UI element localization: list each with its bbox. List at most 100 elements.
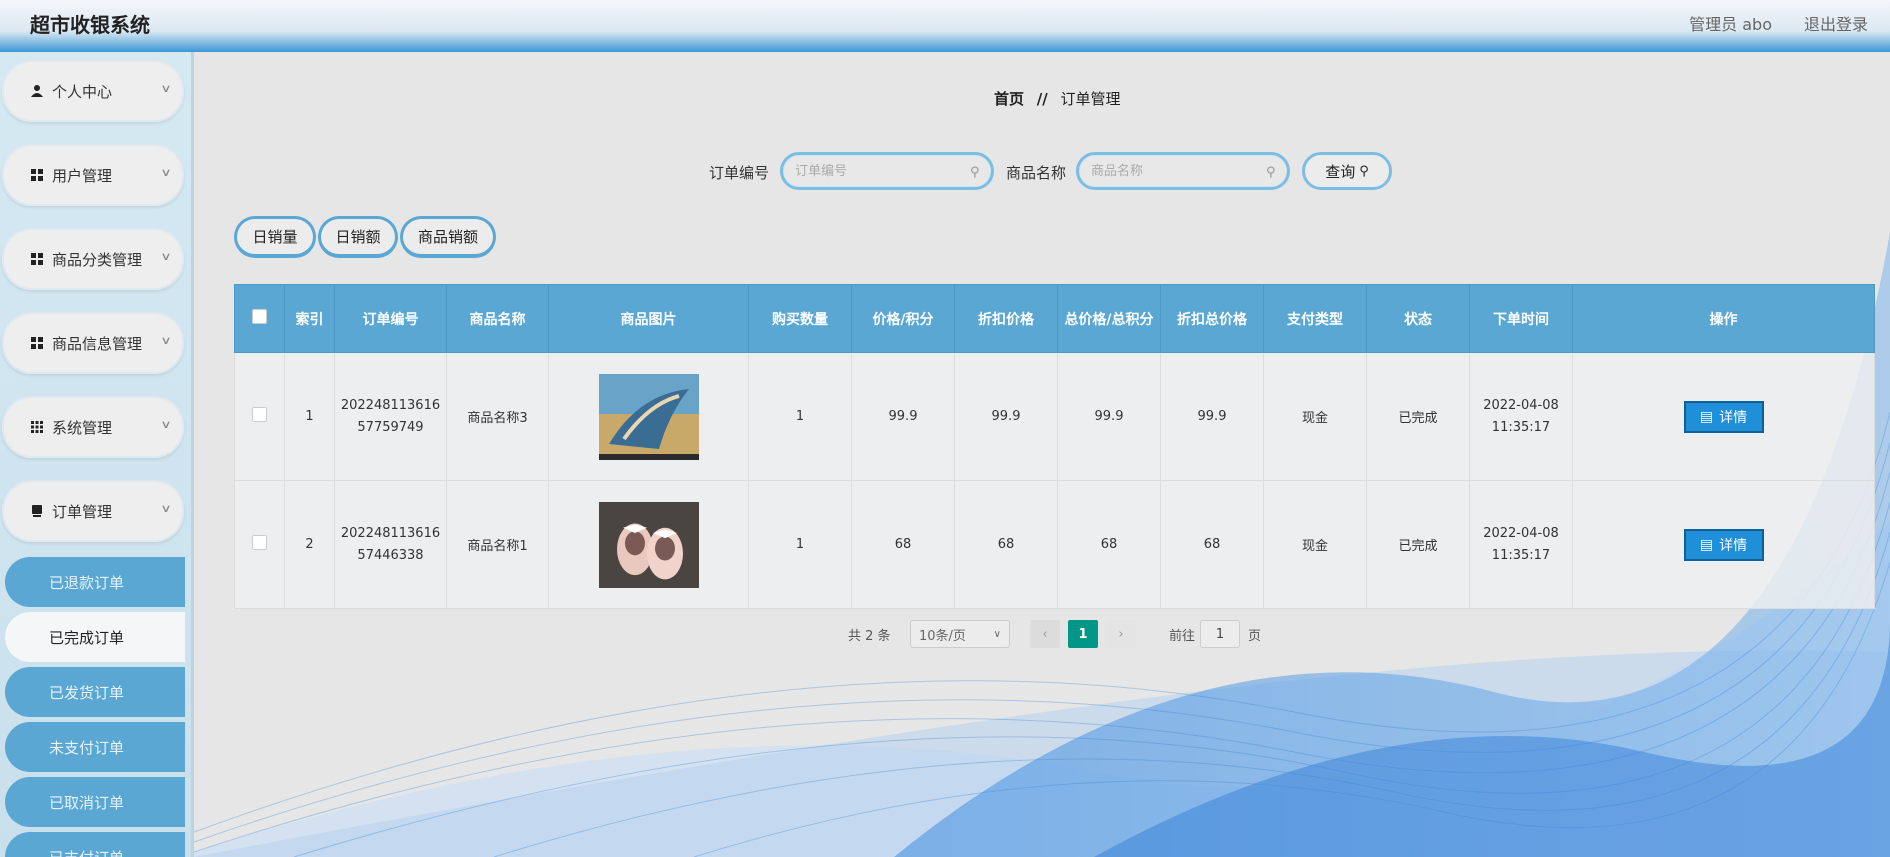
sidebar-subitem-paid[interactable]: 已支付订单 (5, 832, 185, 857)
prev-page-button[interactable]: ‹ (1030, 620, 1060, 648)
sidebar-subitem-unpaid[interactable]: 未支付订单 (5, 722, 185, 772)
pagination-total: 共 2 条 (848, 629, 891, 644)
user-icon (31, 85, 43, 97)
cell-discount-total: 68 (1160, 480, 1264, 609)
row-select-cell[interactable] (234, 480, 285, 609)
sidebar-subitem-shipped[interactable]: 已发货订单 (5, 667, 185, 717)
sidebar-subitem-cancelled[interactable]: 已取消订单 (5, 777, 185, 827)
column-header: 购买数量 (748, 284, 852, 353)
logout-link[interactable]: 退出登录 (1804, 11, 1868, 35)
chevron-down-icon: ∨ (160, 502, 172, 515)
sidebar-item-label: 商品分类管理 (52, 250, 143, 269)
sidebar-item-label: 个人中心 (52, 82, 113, 101)
chevron-down-icon: ∨ (160, 82, 172, 95)
main-content: 首页 // 订单管理 订单编号 ⚲ 商品名称 ⚲ 查询 ⚲ 日销量 日销额 商品… (194, 52, 1890, 857)
current-page-button[interactable]: 1 (1068, 620, 1098, 648)
sidebar-item-product-management[interactable]: 商品信息管理 ∨ (2, 312, 184, 374)
grid9-icon (31, 421, 43, 433)
query-button-label: 查询 (1325, 162, 1356, 181)
cell-discount-price: 99.9 (954, 352, 1058, 481)
row-checkbox[interactable] (252, 535, 267, 550)
daily-amount-button[interactable]: 日销额 (318, 216, 398, 258)
sidebar-item-order-management[interactable]: 订单管理 ∨ (2, 480, 184, 542)
next-page-button[interactable]: › (1106, 620, 1136, 648)
detail-button-label: 详情 (1719, 537, 1748, 554)
cell-actions: ▤ 详情 (1572, 352, 1875, 481)
page-size-select[interactable]: 10条/页 ∨ (910, 620, 1010, 648)
grid-icon (31, 337, 43, 349)
detail-button[interactable]: ▤ 详情 (1683, 400, 1764, 433)
column-header: 支付类型 (1263, 284, 1367, 353)
column-header: 折扣总价格 (1160, 284, 1264, 353)
select-all-checkbox[interactable] (252, 309, 267, 324)
product-image-shoes (598, 501, 699, 588)
sidebar-item-label: 系统管理 (52, 418, 113, 437)
cell-actions: ▤ 详情 (1572, 480, 1875, 609)
box-icon (32, 505, 42, 517)
column-header: 商品名称 (446, 284, 549, 353)
top-header: 超市收银系统 管理员 abo 退出登录 (0, 0, 1890, 52)
detail-button[interactable]: ▤ 详情 (1683, 528, 1764, 561)
search-icon: ⚲ (1266, 165, 1276, 180)
goto-page-input[interactable]: 1 (1200, 620, 1240, 648)
cell-status: 已完成 (1366, 352, 1470, 481)
current-user: 管理员 abo (1689, 15, 1772, 34)
table-row: 1 20224811361657759749 商品名称3 1 99.9 99.9… (234, 352, 1875, 481)
grid-icon (31, 253, 43, 265)
product-sales-button[interactable]: 商品销额 (400, 216, 496, 258)
detail-button-label: 详情 (1719, 409, 1748, 426)
sidebar-item-label: 商品信息管理 (52, 334, 143, 353)
sidebar-item-system-management[interactable]: 系统管理 ∨ (2, 396, 184, 458)
cell-order-no: 20224811361657446338 (334, 480, 447, 609)
chevron-down-icon: ∨ (160, 334, 172, 347)
row-checkbox[interactable] (252, 407, 267, 422)
sidebar-item-personal-center[interactable]: 个人中心 ∨ (2, 60, 184, 122)
cell-status: 已完成 (1366, 480, 1470, 609)
product-name-input[interactable] (1076, 152, 1290, 190)
cell-discount-total: 99.9 (1160, 352, 1264, 481)
cell-order-time: 2022-04-08 11:35:17 (1469, 480, 1573, 609)
sidebar-subitem-refunded[interactable]: 已退款订单 (5, 557, 185, 607)
product-name-label: 商品名称 (1006, 164, 1067, 182)
breadcrumb-current: 订单管理 (1060, 90, 1121, 108)
cell-price: 68 (851, 480, 955, 609)
cell-product-name: 商品名称1 (446, 480, 549, 609)
cell-price: 99.9 (851, 352, 955, 481)
daily-volume-button[interactable]: 日销量 (234, 216, 316, 258)
order-number-input[interactable] (780, 152, 994, 190)
column-header: 操作 (1572, 284, 1875, 353)
chevron-left-icon: ‹ (1042, 626, 1048, 642)
sidebar-item-category-management[interactable]: 商品分类管理 ∨ (2, 228, 184, 290)
table-header-row: 索引 订单编号 商品名称 商品图片 购买数量 价格/积分 折扣价格 总价格/总积… (234, 284, 1875, 353)
column-header: 下单时间 (1469, 284, 1573, 353)
search-icon: ⚲ (970, 165, 980, 180)
grid-icon (31, 169, 43, 181)
cell-discount-price: 68 (954, 480, 1058, 609)
select-all-header[interactable] (234, 284, 285, 353)
cell-index: 2 (284, 480, 335, 609)
document-icon: ▤ (1699, 408, 1714, 425)
product-image-fish (598, 373, 699, 460)
row-select-cell[interactable] (234, 352, 285, 481)
cell-product-name: 商品名称3 (446, 352, 549, 481)
column-header: 状态 (1366, 284, 1470, 353)
chevron-right-icon: › (1118, 626, 1124, 642)
sidebar-item-label: 订单管理 (52, 502, 113, 521)
breadcrumb-home[interactable]: 首页 (994, 90, 1024, 108)
sidebar-item-user-management[interactable]: 用户管理 ∨ (2, 144, 184, 206)
cell-total: 99.9 (1057, 352, 1161, 481)
column-header: 订单编号 (334, 284, 447, 353)
column-header: 商品图片 (548, 284, 749, 353)
sidebar-subitem-completed[interactable]: 已完成订单 (5, 612, 185, 662)
column-header: 折扣价格 (954, 284, 1058, 353)
cell-total: 68 (1057, 480, 1161, 609)
order-number-label: 订单编号 (709, 164, 770, 182)
sidebar-item-label: 用户管理 (52, 166, 113, 185)
column-header: 总价格/总积分 (1057, 284, 1161, 353)
chevron-down-icon: ∨ (160, 418, 172, 431)
cell-order-no: 20224811361657759749 (334, 352, 447, 481)
cell-pay-type: 现金 (1263, 352, 1367, 481)
search-icon: ⚲ (1359, 163, 1369, 179)
query-button[interactable]: 查询 ⚲ (1302, 152, 1392, 190)
breadcrumb-separator: // (1036, 90, 1048, 108)
